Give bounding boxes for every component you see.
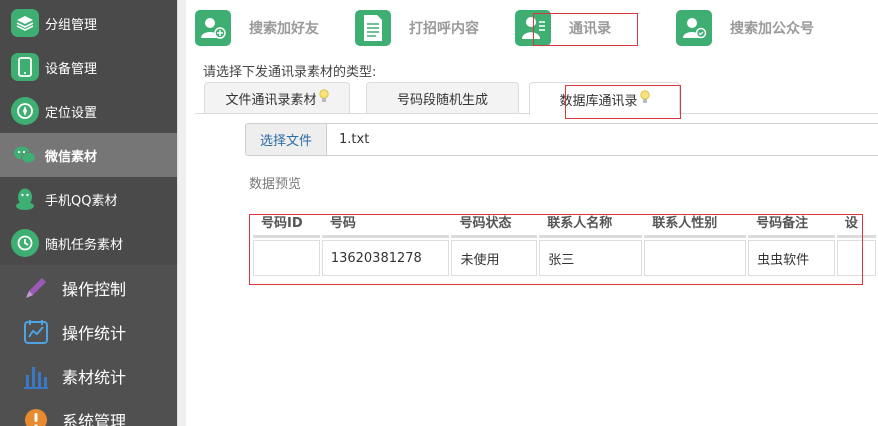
sidebar-item-label: 微信素材: [45, 149, 98, 165]
choose-file-button[interactable]: 选择文件: [245, 123, 327, 156]
cell-number-id: [253, 240, 320, 276]
toolbar-label: 通讯录: [569, 21, 611, 37]
random-icon: [11, 229, 39, 257]
toolbar-search-official-account[interactable]: 搜索加公众号: [676, 8, 814, 48]
column-header-number: 号码: [321, 206, 450, 238]
sidebar-item-qq-material[interactable]: 手机QQ素材: [0, 177, 177, 221]
column-header-partial: 设: [836, 206, 876, 238]
sidebar-item-label: 系统管理: [62, 412, 127, 426]
settings-icon: [22, 406, 50, 426]
sidebar-item-group-management[interactable]: 分组管理: [0, 1, 177, 45]
table-header-row: 号码ID 号码 号码状态 联系人名称 联系人性别 号码备注 设: [253, 206, 876, 238]
column-header-number-status: 号码状态: [451, 206, 538, 238]
sidebar-item-label: 素材统计: [62, 368, 127, 387]
phone-icon: [11, 53, 39, 81]
data-preview-label: 数据预览: [249, 177, 302, 192]
toolbar-label: 搜索加公众号: [730, 21, 814, 37]
chart-calendar-icon: [22, 318, 50, 346]
contacts-icon: [515, 10, 551, 46]
toolbar-search-add-friend[interactable]: 搜索加好友: [195, 8, 319, 48]
cell-number-status: 未使用: [451, 240, 538, 276]
layers-icon: [11, 9, 39, 37]
material-type-prompt: 请选择下发通讯录素材的类型:: [203, 65, 377, 80]
pencil-icon: [22, 274, 50, 302]
sidebar-item-label: 手机QQ素材: [45, 193, 118, 209]
sidebar: 分组管理 设备管理 定位设置 微信素材 手机QQ素材 随机任务素材 操作控制 操…: [0, 0, 177, 426]
tab-label: 号码段随机生成: [396, 93, 488, 108]
add-friend-icon: [195, 10, 231, 46]
cell-number-remark: 虫虫软件: [748, 240, 835, 276]
tab-label: 文件通讯录素材: [225, 93, 317, 108]
cell-partial: [836, 240, 876, 276]
toolbar-greeting-content[interactable]: 打招呼内容: [355, 8, 479, 48]
wechat-icon: [11, 141, 39, 169]
lightbulb-icon: [639, 89, 650, 109]
tab-label: 数据库通讯录: [559, 93, 638, 109]
cell-contact-gender: [644, 240, 747, 276]
bar-chart-icon: [22, 362, 50, 390]
toolbar-contacts[interactable]: 通讯录: [515, 8, 611, 48]
cell-contact-name: 张三: [539, 240, 643, 276]
sidebar-item-system-management[interactable]: 系统管理: [0, 398, 177, 426]
document-icon: [355, 10, 391, 46]
tab-number-range-random[interactable]: 号码段随机生成: [366, 82, 519, 114]
sidebar-item-location-settings[interactable]: 定位设置: [0, 89, 177, 133]
column-header-number-id: 号码ID: [253, 206, 320, 238]
tab-database-contacts[interactable]: 数据库通讯录: [529, 82, 680, 115]
column-header-contact-name: 联系人名称: [539, 206, 643, 238]
sidebar-item-device-management[interactable]: 设备管理: [0, 45, 177, 89]
toolbar-label: 打招呼内容: [409, 21, 479, 37]
sidebar-item-operation-control[interactable]: 操作控制: [0, 266, 177, 310]
sidebar-item-random-task-material[interactable]: 随机任务素材: [0, 221, 177, 265]
compass-icon: [11, 97, 39, 125]
lightbulb-icon: [318, 89, 329, 108]
official-account-icon: [676, 10, 712, 46]
sidebar-item-label: 随机任务素材: [45, 237, 124, 253]
preview-table-container: 号码ID 号码 号码状态 联系人名称 联系人性别 号码备注 设 13620381…: [251, 204, 878, 282]
sidebar-item-operation-statistics[interactable]: 操作统计: [0, 310, 177, 354]
toolbar-label: 搜索加好友: [249, 21, 319, 37]
preview-table: 号码ID 号码 号码状态 联系人名称 联系人性别 号码备注 设 13620381…: [251, 204, 878, 278]
sidebar-item-label: 分组管理: [45, 17, 98, 33]
sidebar-item-label: 操作控制: [62, 280, 127, 299]
file-path-input[interactable]: [327, 123, 878, 156]
tab-file-contacts[interactable]: 文件通讯录素材: [204, 82, 350, 114]
sidebar-item-label: 设备管理: [45, 61, 98, 77]
column-header-number-remark: 号码备注: [748, 206, 835, 238]
sidebar-item-material-statistics[interactable]: 素材统计: [0, 354, 177, 398]
content-gutter: [177, 0, 186, 426]
table-row[interactable]: 13620381278 未使用 张三 虫虫软件: [253, 240, 876, 276]
cell-number: 13620381278: [321, 240, 450, 276]
sidebar-item-wechat-material[interactable]: 微信素材: [0, 133, 177, 177]
qq-icon: [11, 185, 39, 213]
sidebar-item-label: 操作统计: [62, 324, 127, 343]
column-header-contact-gender: 联系人性别: [644, 206, 747, 238]
sidebar-item-label: 定位设置: [45, 105, 98, 121]
